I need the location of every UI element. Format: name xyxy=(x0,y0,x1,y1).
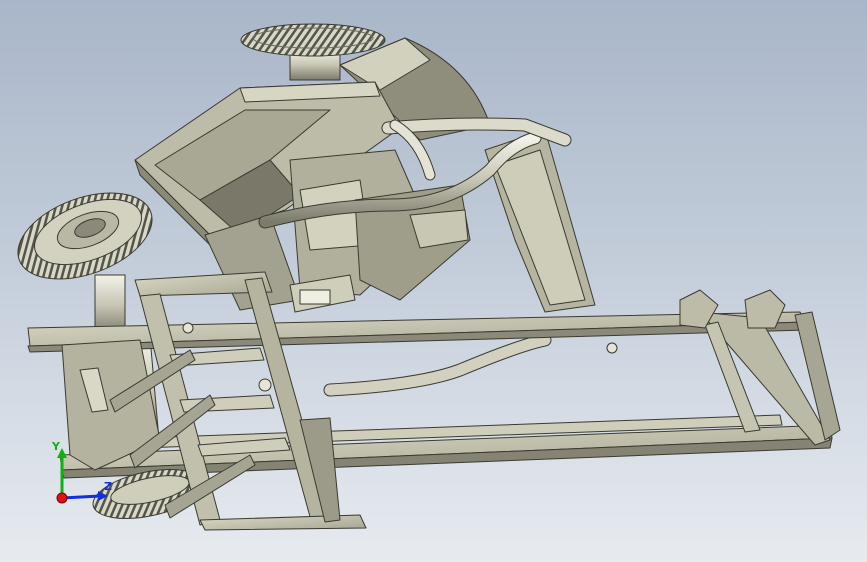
left-wheel xyxy=(17,192,153,280)
z-axis-arrow xyxy=(61,494,101,500)
cad-viewport[interactable]: Y Z xyxy=(0,0,867,562)
x-axis-dot xyxy=(56,492,68,504)
y-axis-label: Y xyxy=(51,440,61,453)
z-axis-label: Z xyxy=(104,480,112,493)
mower-assembly xyxy=(17,23,841,531)
3d-model-view[interactable] xyxy=(0,0,867,562)
axis-triad: Y Z xyxy=(51,440,112,504)
